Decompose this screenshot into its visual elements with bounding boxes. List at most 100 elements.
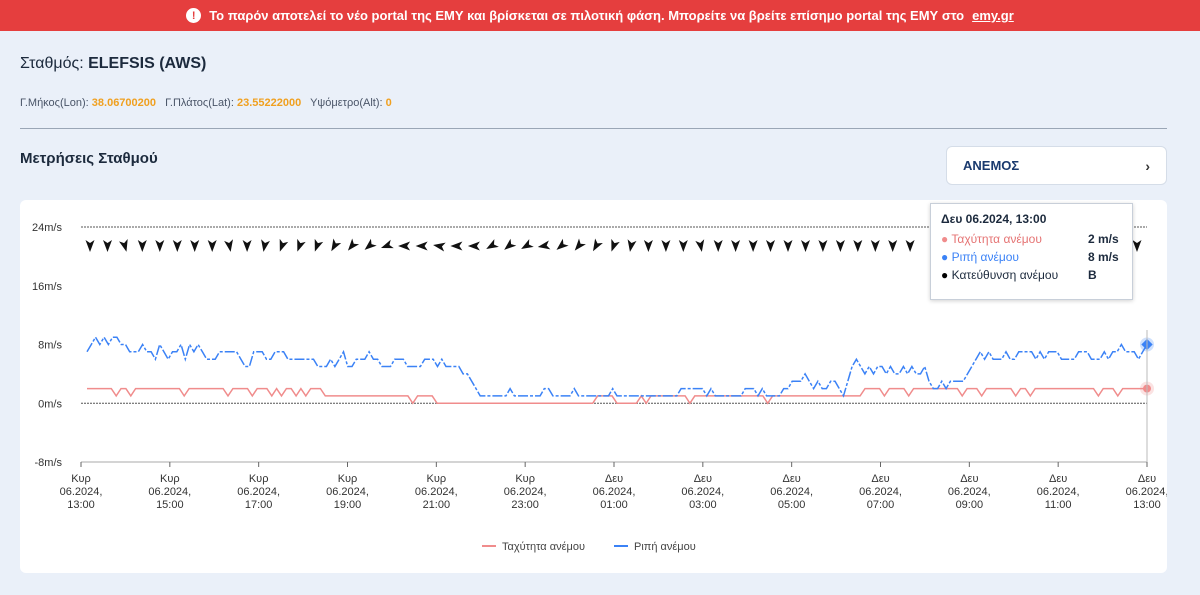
wind-direction-arrow — [643, 240, 653, 252]
x-tick-label: 13:00 — [67, 499, 95, 511]
dot-icon: ● — [941, 232, 949, 246]
alt-value: 0 — [385, 97, 392, 109]
x-tick-label: 19:00 — [334, 499, 362, 511]
measurement-selector[interactable]: ΑΝΕΜΟΣ › — [946, 146, 1167, 185]
tooltip-row: ● Κατεύθυνση ανέμου Β — [941, 268, 1122, 282]
x-tick-label: Κυρ — [427, 473, 447, 485]
wind-direction-arrow — [905, 240, 915, 252]
tooltip-label: Ριπή ανέμου — [951, 250, 1019, 264]
banner-link[interactable]: emy.gr — [972, 8, 1014, 23]
y-tick-label: 24m/s — [32, 222, 62, 234]
wind-direction-arrow — [835, 240, 845, 252]
x-tick-label: 06.2024, — [948, 486, 991, 498]
x-tick-label: Δευ — [783, 473, 801, 485]
tooltip-label: Κατεύθυνση ανέμου — [951, 268, 1059, 282]
x-tick-label: Δευ — [871, 473, 889, 485]
divider — [20, 128, 1167, 129]
wind-direction-arrow — [279, 238, 289, 252]
x-tick-label: Κυρ — [71, 473, 91, 485]
wind-direction-arrow — [678, 240, 688, 252]
x-tick-label: 06.2024, — [237, 486, 280, 498]
wind-direction-arrow — [627, 239, 637, 252]
wind-direction-arrow — [242, 240, 252, 252]
x-tick-label: 06.2024, — [504, 486, 547, 498]
wind-direction-arrow — [870, 240, 880, 252]
exclamation-icon: ! — [186, 8, 202, 23]
x-tick-label: 06.2024, — [681, 486, 724, 498]
wind-direction-arrow — [486, 239, 499, 249]
x-tick-label: 21:00 — [423, 499, 451, 511]
wind-direction-arrow — [261, 239, 270, 252]
wind-direction-arrow — [713, 240, 723, 252]
wind-direction-arrow — [888, 240, 898, 252]
chevron-right-icon: › — [1145, 157, 1150, 174]
x-tick-label: Δευ — [1138, 473, 1156, 485]
x-tick-label: 23:00 — [511, 499, 539, 511]
wind-direction-arrow — [695, 239, 705, 252]
wind-direction-arrow — [297, 238, 306, 252]
wind-direction-arrow — [433, 242, 446, 252]
x-tick-label: 06.2024, — [770, 486, 813, 498]
wind-direction-arrow — [818, 240, 828, 252]
alt-label: Υψόμετρο(Alt): — [310, 97, 383, 109]
tooltip-title: Δευ 06.2024, 13:00 — [941, 212, 1047, 226]
wind-direction-arrow — [467, 241, 480, 251]
wind-direction-arrow — [172, 240, 182, 252]
series-line — [86, 335, 1148, 398]
x-tick-label: Κυρ — [160, 473, 180, 485]
y-tick-label: 8m/s — [38, 340, 62, 352]
chart-tooltip: Δευ 06.2024, 13:00 ● Ταχύτητα ανέμου 2 m… — [930, 203, 1133, 300]
wind-direction-arrow — [364, 238, 377, 250]
wind-direction-arrow — [331, 238, 342, 252]
x-tick-label: 06.2024, — [1037, 486, 1080, 498]
station-coordinates: Γ.Μήκος(Lon): 38.06700200 Γ.Πλάτος(Lat):… — [20, 97, 398, 109]
tooltip-label: Ταχύτητα ανέμου — [951, 232, 1042, 246]
wind-direction-arrow — [314, 238, 324, 252]
lat-value: 23.55222000 — [236, 97, 302, 109]
wind-direction-arrow — [398, 241, 411, 251]
x-tick-label: 09:00 — [956, 499, 984, 511]
x-tick-label: 01:00 — [600, 499, 628, 511]
tooltip-value: Β — [1088, 268, 1097, 282]
wind-direction-arrow — [574, 238, 586, 251]
tooltip-row: ● Ριπή ανέμου 8 m/s — [941, 250, 1122, 264]
x-tick-label: 06.2024, — [1126, 486, 1167, 498]
legend-label: Ταχύτητα ανέμου — [502, 541, 585, 553]
wind-direction-arrow — [207, 240, 217, 252]
wind-direction-arrow — [85, 240, 95, 252]
tooltip-value: 2 m/s — [1088, 232, 1119, 246]
x-tick-label: 06.2024, — [859, 486, 902, 498]
section-title: Μετρήσεις Σταθμού — [20, 150, 158, 167]
wind-direction-arrow — [853, 240, 863, 252]
wind-direction-arrow — [611, 238, 620, 252]
x-tick-label: 06.2024, — [326, 486, 369, 498]
x-tick-label: Δευ — [605, 473, 623, 485]
lon-value: 38.06700200 — [91, 97, 157, 109]
x-tick-label: 05:00 — [778, 499, 806, 511]
selector-label: ΑΝΕΜΟΣ — [963, 158, 1020, 173]
wind-direction-arrow — [556, 238, 569, 250]
wind-direction-arrow — [103, 240, 112, 252]
lat-label: Γ.Πλάτος(Lat): — [165, 97, 234, 109]
wind-direction-arrow — [224, 239, 233, 252]
tooltip-row: ● Ταχύτητα ανέμου 2 m/s — [941, 232, 1122, 246]
x-tick-label: 13:00 — [1133, 499, 1161, 511]
y-tick-label: -8m/s — [35, 457, 63, 469]
wind-direction-arrow — [731, 240, 741, 252]
x-tick-label: 06.2024, — [60, 486, 103, 498]
dot-icon: ● — [941, 268, 949, 282]
x-tick-label: Δευ — [1049, 473, 1067, 485]
x-tick-label: 06.2024, — [593, 486, 636, 498]
station-name: ELEFSIS (AWS) — [88, 55, 207, 72]
wind-direction-arrow — [801, 240, 810, 252]
y-tick-label: 0m/s — [38, 398, 62, 410]
wind-direction-arrow — [661, 240, 671, 252]
station-label: Σταθμός: — [20, 55, 84, 72]
x-tick-label: 03:00 — [689, 499, 717, 511]
wind-direction-arrow — [521, 239, 534, 249]
wind-direction-arrow — [593, 238, 603, 252]
wind-direction-arrow — [748, 240, 758, 252]
wind-direction-arrow — [537, 240, 551, 250]
wind-direction-arrow — [783, 240, 793, 252]
x-tick-label: Δευ — [694, 473, 712, 485]
